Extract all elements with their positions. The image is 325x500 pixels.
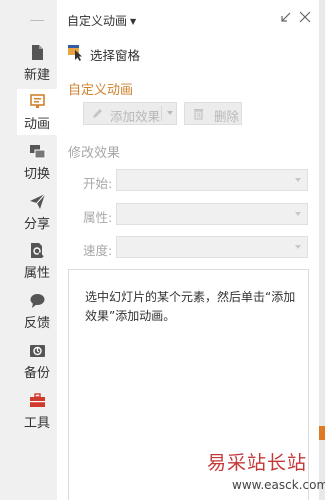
select-pane-label: 选择窗格	[90, 48, 141, 63]
add-effect-button[interactable]: 添加效果	[83, 102, 177, 125]
watermark-url: www.easck.com	[232, 478, 325, 492]
sidebar-item-share[interactable]: 分享	[17, 189, 57, 235]
start-label: 开始:	[83, 176, 113, 191]
sidebar: 新建 动画 切换 分享 属性 反馈 备份 工具	[0, 0, 57, 500]
sidebar-item-label: 属性	[23, 266, 50, 281]
sidebar-item-properties[interactable]: 属性	[17, 238, 57, 284]
panel-edge	[319, 0, 325, 500]
sidebar-item-label: 动画	[23, 117, 50, 132]
sidebar-item-new[interactable]: 新建	[17, 40, 57, 86]
custom-animation-heading: 自定义动画	[68, 83, 134, 98]
select-pane-icon	[68, 45, 82, 61]
properties-icon	[31, 243, 44, 258]
sidebar-item-tools[interactable]: 工具	[17, 388, 57, 434]
close-icon[interactable]	[297, 9, 313, 25]
new-file-icon	[32, 45, 43, 60]
divider	[161, 106, 162, 121]
transition-icon	[30, 145, 46, 159]
property-select[interactable]	[116, 203, 308, 225]
trash-icon	[194, 109, 203, 120]
sidebar-item-label: 反馈	[23, 316, 50, 331]
watermark-brand: 易采站长站	[207, 452, 308, 474]
chevron-down-icon	[295, 178, 301, 182]
delete-label: 删除	[214, 109, 240, 124]
modify-effect-heading: 修改效果	[68, 146, 121, 161]
feedback-icon	[30, 294, 45, 308]
sidebar-item-label: 分享	[23, 217, 50, 232]
caret-down-icon: ▼	[130, 17, 137, 26]
empty-hint-text: 选中幻灯片的某个元素，然后单击“添加效果”添加动画。	[85, 290, 296, 323]
restore-icon[interactable]	[278, 9, 294, 25]
sidebar-item-label: 切换	[23, 167, 50, 182]
delete-button[interactable]: 删除	[184, 102, 242, 125]
sidebar-item-backup[interactable]: 备份	[17, 338, 57, 384]
panel-title-dropdown[interactable]: 自定义动画 ▼	[67, 12, 136, 29]
speed-select[interactable]	[116, 236, 308, 258]
add-effect-label: 添加效果	[110, 109, 161, 124]
toolbox-icon	[30, 393, 45, 407]
start-select[interactable]	[116, 169, 308, 191]
chevron-down-icon	[167, 111, 173, 115]
pencil-icon	[93, 109, 102, 118]
sidebar-grip[interactable]	[30, 20, 44, 21]
chevron-down-icon	[295, 212, 301, 216]
speed-label: 速度:	[83, 243, 113, 258]
sidebar-item-transition[interactable]: 切换	[17, 139, 57, 185]
watermark-accent	[319, 426, 325, 440]
panel-title: 自定义动画	[67, 14, 128, 28]
chevron-down-icon	[295, 245, 301, 249]
backup-icon	[30, 345, 45, 357]
sidebar-item-label: 备份	[23, 366, 50, 381]
sidebar-item-animation[interactable]: 动画	[17, 89, 57, 135]
custom-animation-panel: 自定义动画 ▼ 选择窗格 自定义动画 添加效果 删除 修改效果 开始: 属性: …	[57, 0, 320, 500]
animation-icon	[30, 94, 45, 108]
share-icon	[30, 193, 46, 209]
sidebar-item-feedback[interactable]: 反馈	[17, 288, 57, 334]
property-label: 属性:	[83, 210, 113, 225]
sidebar-item-label: 工具	[23, 416, 50, 431]
sidebar-item-label: 新建	[23, 68, 50, 83]
